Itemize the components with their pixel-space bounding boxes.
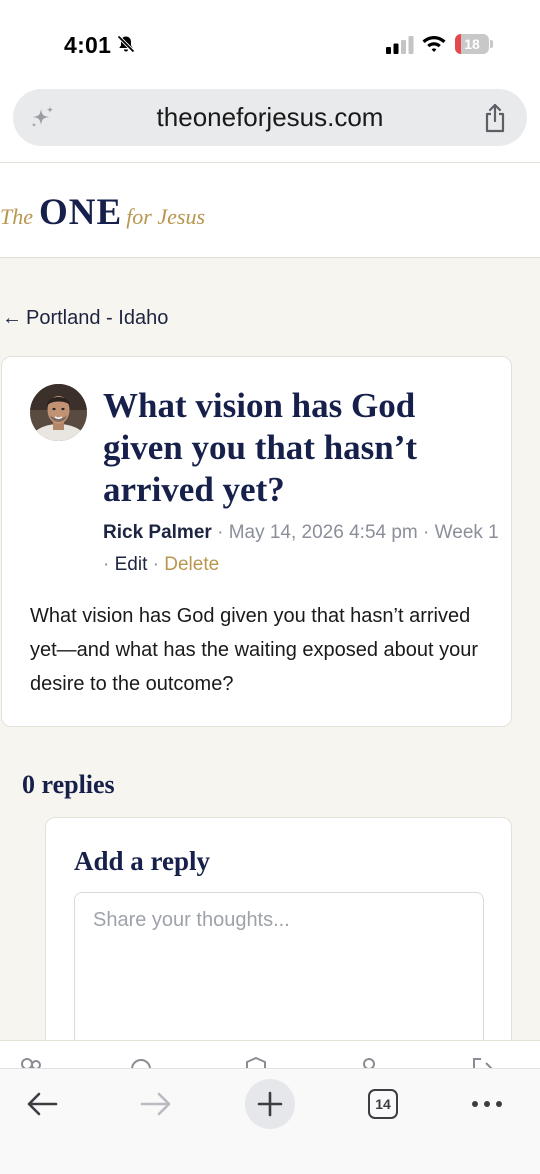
back-arrow-icon [27,1092,58,1116]
site-header: The ONE for Jesus [0,162,540,258]
edit-link[interactable]: Edit [115,554,148,575]
post-body: What vision has God given you that hasn’… [30,605,479,695]
address-bar[interactable]: theoneforjesus.com [13,89,527,146]
post-card: What vision has God given you that hasn’… [1,356,512,727]
more-icon [472,1101,502,1107]
back-link-label: Portland - Idaho [26,307,169,329]
post-title: What vision has God given you that hasn’… [103,386,418,509]
author-name[interactable]: Rick Palmer [103,522,212,543]
back-to-group-link[interactable]: ← Portland - Idaho [2,307,168,330]
url-text[interactable]: theoneforjesus.com [73,89,467,146]
replies-count: 0 replies [22,770,115,799]
more-button[interactable] [462,1079,512,1129]
post-date: May 14, 2026 4:54 pm [228,522,418,543]
meta-separator: · [103,554,110,575]
back-button[interactable] [17,1079,67,1129]
status-time: 4:01 [64,32,112,58]
author-avatar [30,384,87,441]
logo-one: ONE [39,192,123,233]
reply-heading: Add a reply [74,846,211,876]
tabs-button[interactable]: 14 [358,1079,408,1129]
logo-the: The [0,204,33,229]
logo-for-jesus: for Jesus [126,204,206,229]
delete-link[interactable]: Delete [164,554,219,575]
forward-button[interactable] [131,1079,181,1129]
sparkle-icon[interactable] [29,105,55,131]
site-bottom-nav [0,1040,540,1070]
back-arrow-icon: ← [2,307,22,329]
new-tab-button[interactable] [245,1079,295,1129]
meta-separator: · [423,522,430,543]
share-icon[interactable] [483,103,507,133]
battery-indicator: 18 [455,34,493,54]
tabs-icon: 14 [368,1089,398,1119]
browser-address-area: theoneforjesus.com [0,86,540,162]
status-bar: 4:01 18 [0,0,540,86]
site-logo[interactable]: The ONE for Jesus [0,191,205,234]
wifi-icon [422,36,446,52]
post-week: Week 1 [434,522,499,543]
battery-percent: 18 [464,36,480,52]
forward-arrow-icon [140,1092,171,1116]
reply-form: Add a reply [45,817,512,1077]
browser-toolbar: 14 [0,1068,540,1174]
cellular-signal-icon [386,36,414,54]
meta-separator: · [217,522,224,543]
plus-icon [257,1091,283,1117]
reply-textarea[interactable] [74,892,484,1062]
bell-off-icon [117,35,135,53]
post-meta: Rick Palmer · May 14, 2026 4:54 pm · Wee… [103,517,503,581]
meta-separator: · [152,554,159,575]
